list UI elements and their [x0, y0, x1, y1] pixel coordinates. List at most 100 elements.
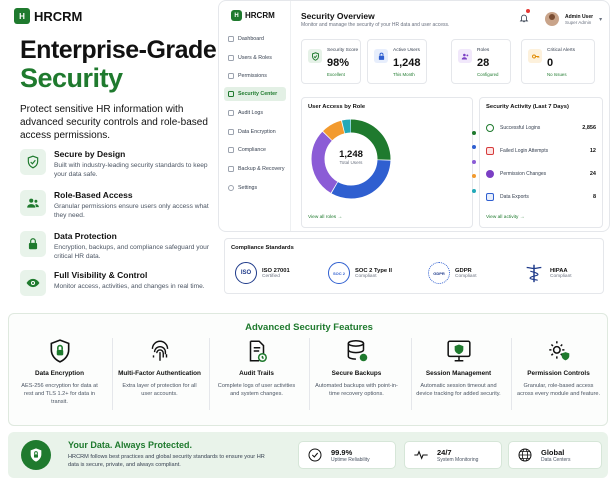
- avatar[interactable]: [545, 12, 559, 26]
- activity-item[interactable]: Permission Changes 24: [486, 170, 596, 178]
- compliance-gdpr[interactable]: GDPR GDPR Compliant: [428, 262, 477, 284]
- monitor-shield-icon: [416, 336, 501, 366]
- stat-label: Roles: [477, 48, 490, 53]
- check-circle-icon: [486, 124, 494, 132]
- legend-swatch: [472, 130, 476, 135]
- app-logo-badge: H: [231, 10, 242, 21]
- shield-check-icon: [20, 149, 46, 175]
- arrow-right-icon: →: [519, 215, 525, 220]
- stat-critical-alerts[interactable]: Critical Alerts 0 No Issues: [521, 39, 595, 84]
- sidebar-item-label: Audit Logs: [238, 110, 264, 116]
- hero: Enterprise-Grade Security: [20, 36, 220, 92]
- divider: [309, 338, 310, 410]
- sidebar-item-compliance[interactable]: Compliance: [224, 143, 286, 157]
- refresh-icon: [228, 166, 234, 172]
- activity-item[interactable]: Successful Logins 2,856: [486, 124, 596, 132]
- document-icon: [486, 193, 494, 201]
- key-icon: [528, 49, 542, 63]
- document-clock-icon: [214, 336, 299, 366]
- divider: [209, 338, 210, 410]
- hero-title-line2: Security: [20, 63, 123, 93]
- sidebar-item-data-encryption[interactable]: Data Encryption: [224, 125, 286, 139]
- activity-value: 2,856: [582, 125, 596, 131]
- gdpr-badge-icon: GDPR: [428, 262, 450, 284]
- app-logo[interactable]: H HRCRM: [231, 10, 275, 21]
- box-value: 99.9%: [331, 447, 353, 457]
- sidebar-item-audit-logs[interactable]: Audit Logs: [224, 106, 286, 120]
- gear-icon: [228, 185, 234, 191]
- compliance-iso[interactable]: ISO ISO 27001 Certified: [235, 262, 290, 284]
- sidebar-item-backup-recovery[interactable]: Backup & Recovery: [224, 162, 286, 176]
- adv-feature-secure-backups: Secure Backups Automated backups with po…: [314, 336, 399, 398]
- donut-center-label: Total Users: [339, 160, 363, 165]
- sidebar-item-label: Security Center: [238, 91, 278, 97]
- adv-feature-session-management: Session Management Automatic session tim…: [416, 336, 501, 398]
- user-menu[interactable]: Admin User Super Admin: [565, 14, 593, 25]
- sidebar-item-permissions[interactable]: Permissions: [224, 69, 286, 83]
- stat-label: Active Users: [393, 48, 420, 53]
- sidebar-item-label: Settings: [238, 185, 258, 191]
- donut-center-value: 1,248: [339, 149, 363, 160]
- stat-label: Security Score: [327, 48, 359, 53]
- activity-item[interactable]: Failed Login Attempts 12: [486, 147, 596, 155]
- caduceus-icon: [526, 264, 542, 283]
- sidebar-item-label: Data Encryption: [238, 129, 276, 135]
- compliance-status: Compliant: [550, 273, 572, 279]
- adv-feature-mfa: Multi-Factor Authentication Extra layer …: [117, 336, 202, 398]
- brand-logo[interactable]: H HRCRM: [14, 8, 82, 24]
- topbar-actions: Admin User Super Admin ▾: [519, 9, 602, 28]
- chevron-down-icon[interactable]: ▾: [599, 16, 602, 23]
- activity-value: 8: [592, 194, 596, 200]
- hero-description: Protect sensitive HR information with ad…: [20, 104, 208, 141]
- sidebar-item-label: Compliance: [238, 147, 266, 153]
- stat-active-users[interactable]: Active Users 1,248 This Month: [367, 39, 427, 84]
- sidebar-item-label: Permissions: [238, 73, 267, 79]
- sidebar-item-settings[interactable]: Settings: [224, 181, 286, 195]
- divider: [411, 338, 412, 410]
- shield-lock-icon: [17, 336, 102, 366]
- view-all-activity-link[interactable]: View all activity →: [486, 215, 525, 220]
- adv-feature-data-encryption: Data Encryption AES-256 encryption for d…: [17, 336, 102, 406]
- view-all-roles-label: View all roles: [308, 215, 337, 220]
- stat-security-score[interactable]: Security Score 98% Excellent: [301, 39, 361, 84]
- feature-title: Role-Based Access: [54, 190, 133, 200]
- divider: [112, 338, 113, 410]
- footer-title: Your Data. Always Protected.: [68, 440, 193, 450]
- legend-swatch: [472, 145, 476, 149]
- compliance-status: Compliant: [355, 273, 377, 279]
- feature-desc: Granular, role-based access across every…: [516, 383, 601, 397]
- feature-desc: Built with industry-leading security sta…: [54, 162, 208, 178]
- check-circle-icon: [308, 448, 322, 462]
- feature-desc: Automated backups with point-in-time rec…: [315, 383, 398, 397]
- legend-swatch: [472, 159, 476, 164]
- document-icon: [228, 110, 234, 116]
- view-all-roles-link[interactable]: View all roles →: [308, 215, 342, 220]
- legend-swatch: [472, 188, 476, 193]
- eye-icon: [20, 270, 46, 296]
- legend-swatch: [472, 174, 476, 178]
- security-activity-panel: Security Activity (Last 7 Days) Successf…: [479, 97, 603, 228]
- stat-note: This Month: [393, 72, 415, 77]
- advanced-features-section: Advanced Security Features Data Encrypti…: [8, 313, 608, 426]
- logo-badge: H: [14, 8, 30, 24]
- activity-item[interactable]: Data Exports 8: [486, 193, 596, 201]
- key-icon: [228, 73, 234, 79]
- bell-icon[interactable]: [519, 9, 530, 28]
- feature-title: Session Management: [425, 370, 492, 377]
- sidebar-item-users-roles[interactable]: Users & Roles: [224, 51, 286, 65]
- sidebar-item-security-center[interactable]: Security Center: [224, 87, 286, 101]
- compliance-soc2[interactable]: SOC 2 SOC 2 Type II Compliant: [328, 262, 392, 284]
- feature-desc: Automatic session timeout and device tra…: [416, 383, 501, 397]
- box-label: System Monitoring: [437, 456, 479, 463]
- stat-roles[interactable]: Roles 28 Configured: [451, 39, 511, 84]
- gear-shield-icon: [516, 336, 601, 366]
- panel-title: Compliance Standards: [231, 245, 294, 251]
- feature-title: Audit Trails: [239, 370, 274, 377]
- stat-value: 98%: [327, 57, 350, 69]
- arrow-right-icon: →: [337, 215, 343, 220]
- sidebar-item-dashboard[interactable]: Dashboard: [224, 32, 286, 46]
- box-value: Global: [541, 447, 565, 457]
- activity-label: Permission Changes: [500, 171, 547, 177]
- shield-icon: [228, 91, 234, 97]
- compliance-hipaa[interactable]: HIPAA Compliant: [523, 262, 572, 284]
